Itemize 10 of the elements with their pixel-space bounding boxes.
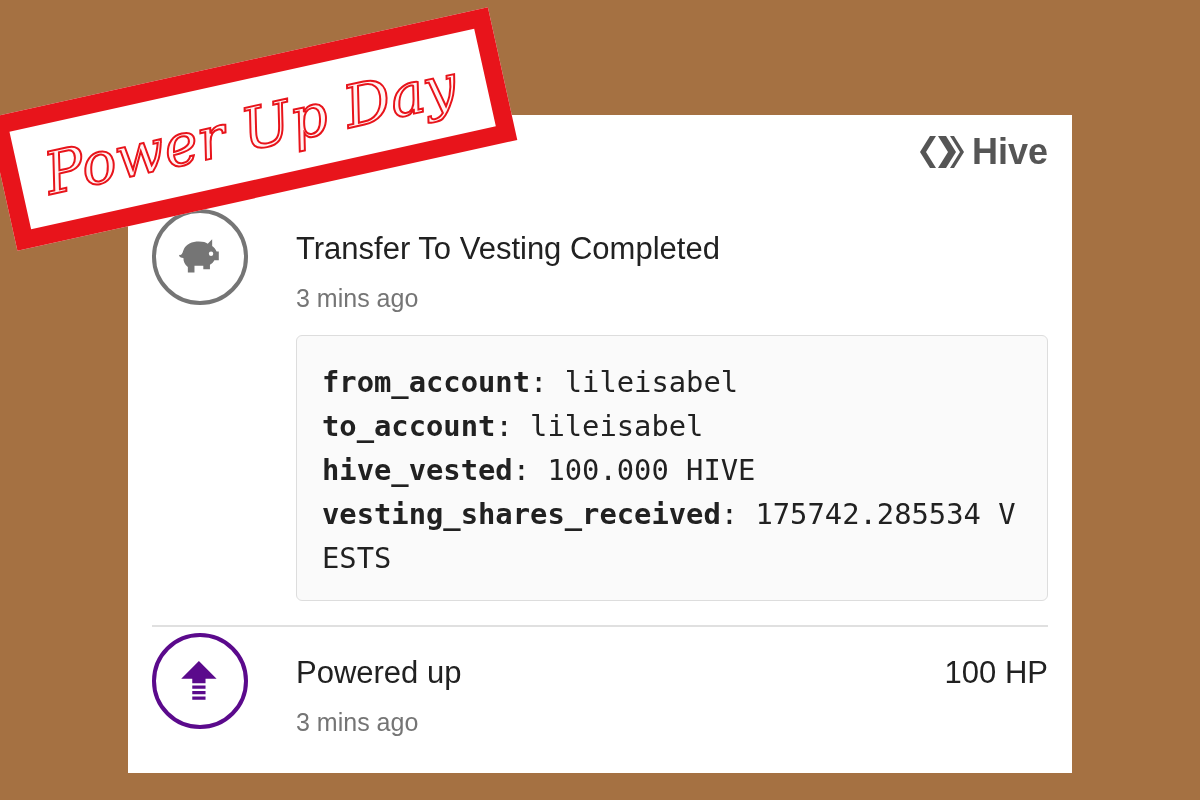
event-title: Powered up xyxy=(296,654,462,692)
detail-line: to_account: lileisabel xyxy=(322,408,705,445)
event-time: 3 mins ago xyxy=(296,283,420,313)
detail-line: hive_vested: 100.000 HIVE xyxy=(322,452,757,489)
detail-line: vesting_shares_received: 175742.285534 VESTS xyxy=(322,496,1017,577)
brand-name: Hive xyxy=(971,131,1048,173)
hive-logo-icon xyxy=(919,134,964,170)
amount-text: 100 HP xyxy=(944,654,1048,692)
detail-line: from_account: lileisabel xyxy=(322,364,740,401)
event-time: 3 mins ago xyxy=(296,707,420,737)
